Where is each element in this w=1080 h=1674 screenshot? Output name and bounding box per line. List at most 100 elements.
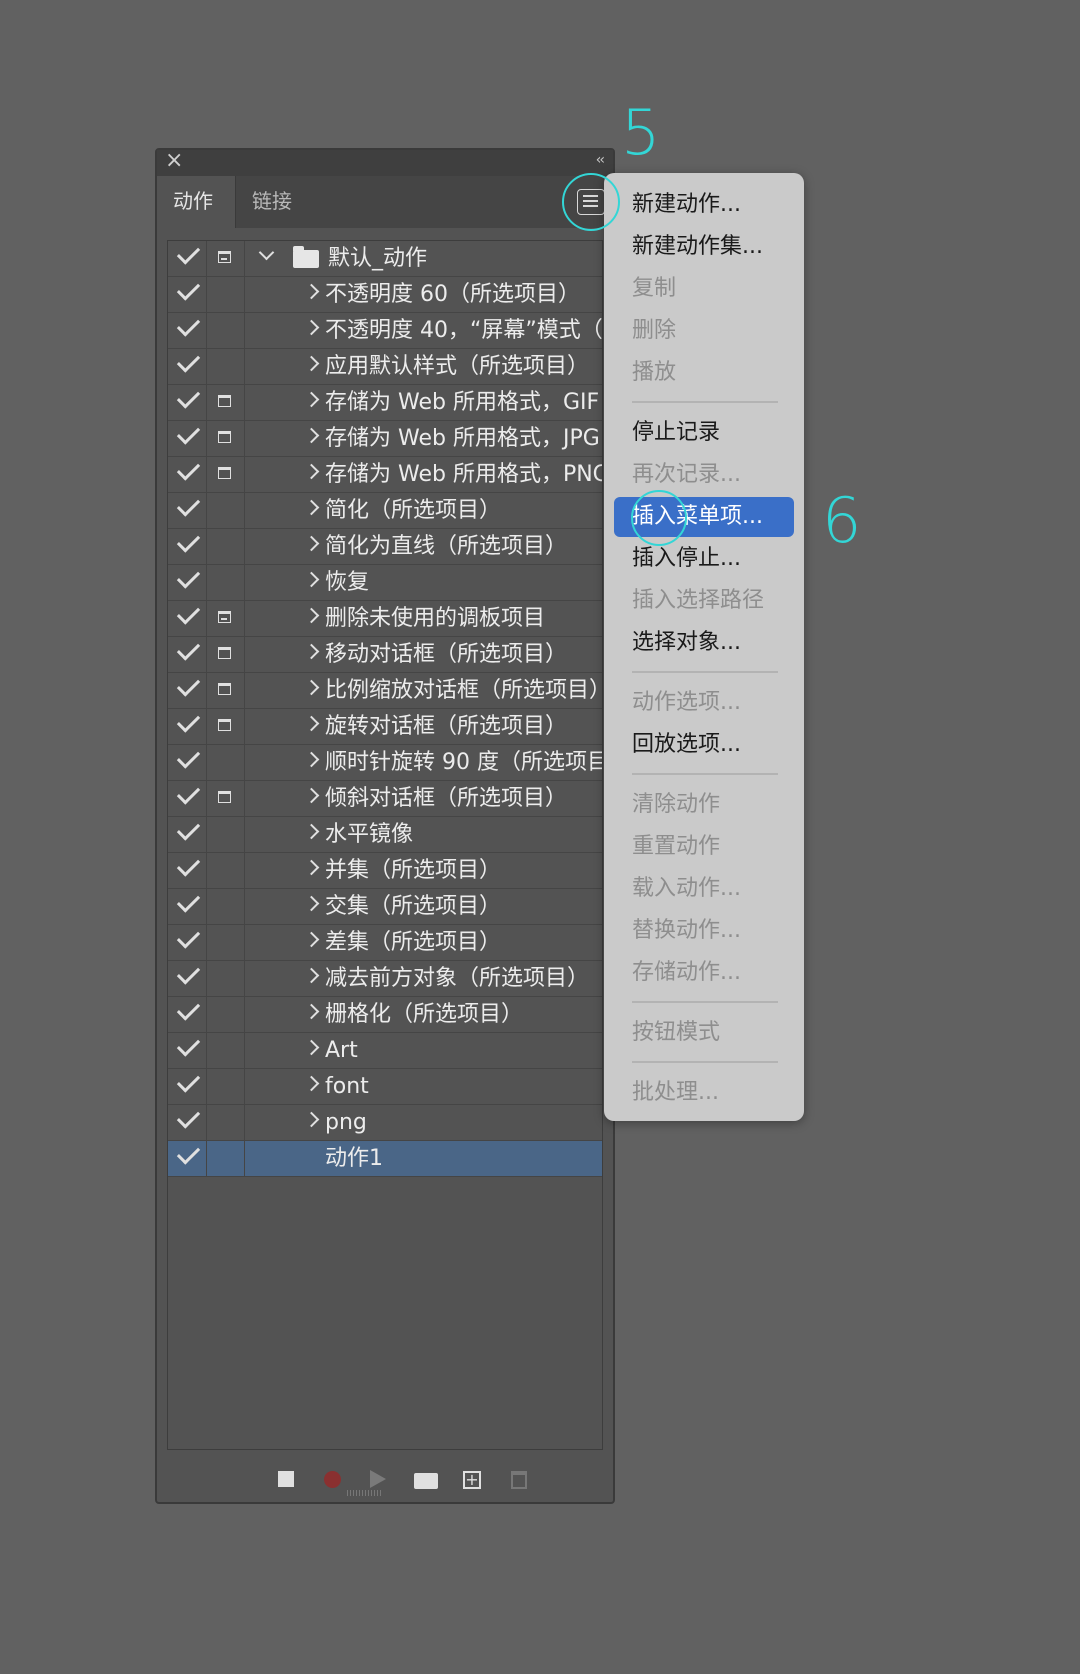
toggle-dialog-cell[interactable] <box>206 673 245 708</box>
chevron-right-icon[interactable] <box>303 967 320 984</box>
action-row[interactable]: 恢复 <box>168 565 602 601</box>
toggle-dialog-cell[interactable] <box>206 853 245 888</box>
toggle-dialog-cell[interactable] <box>206 277 245 312</box>
action-row[interactable]: 并集（所选项目） <box>168 853 602 889</box>
tab-links[interactable]: 链接 <box>235 176 308 228</box>
chevron-right-icon[interactable] <box>303 427 320 444</box>
toggle-item-cell[interactable] <box>168 601 207 636</box>
action-row[interactable]: 差集（所选项目） <box>168 925 602 961</box>
tab-actions[interactable]: 动作 <box>157 176 235 228</box>
chevron-right-icon[interactable] <box>303 283 320 300</box>
toggle-dialog-cell[interactable] <box>206 745 245 780</box>
chevron-right-icon[interactable] <box>303 1111 320 1128</box>
toggle-item-cell[interactable] <box>168 745 207 780</box>
toggle-item-cell[interactable] <box>168 961 207 996</box>
toggle-item-cell[interactable] <box>168 1033 207 1068</box>
delete-icon[interactable] <box>511 1471 527 1489</box>
action-row[interactable]: 不透明度 40，“屏幕”模式（所选项目） <box>168 313 602 349</box>
menu-item[interactable]: 回放选项... <box>632 725 741 765</box>
toggle-item-cell[interactable] <box>168 889 207 924</box>
toggle-dialog-cell[interactable] <box>206 781 245 816</box>
toggle-item-cell[interactable] <box>168 385 207 420</box>
menu-item[interactable]: 新建动作集... <box>632 227 763 267</box>
toggle-item-cell[interactable] <box>168 1105 207 1140</box>
menu-item[interactable]: 插入停止... <box>632 539 741 579</box>
action-row[interactable]: png <box>168 1105 602 1141</box>
action-row[interactable]: 简化（所选项目） <box>168 493 602 529</box>
collapse-icon[interactable]: ‹‹ <box>596 152 605 168</box>
toggle-dialog-cell[interactable] <box>206 1033 245 1068</box>
toggle-dialog-cell[interactable] <box>206 637 245 672</box>
toggle-item-cell[interactable] <box>168 637 207 672</box>
action-row[interactable]: 简化为直线（所选项目） <box>168 529 602 565</box>
chevron-right-icon[interactable] <box>303 355 320 372</box>
chevron-right-icon[interactable] <box>303 1039 320 1056</box>
chevron-right-icon[interactable] <box>303 607 320 624</box>
menu-item[interactable]: 选择对象... <box>632 623 741 663</box>
action-row[interactable]: 存储为 Web 所用格式，PNG 24 <box>168 457 602 493</box>
toggle-dialog-cell[interactable] <box>206 313 245 348</box>
toggle-dialog-cell[interactable] <box>206 817 245 852</box>
toggle-item-cell[interactable] <box>168 1069 207 1104</box>
toggle-dialog-cell[interactable] <box>206 925 245 960</box>
chevron-right-icon[interactable] <box>303 535 320 552</box>
toggle-item-cell[interactable] <box>168 997 207 1032</box>
toggle-dialog-cell[interactable] <box>206 1105 245 1140</box>
action-row[interactable]: 比例缩放对话框（所选项目） <box>168 673 602 709</box>
new-set-folder-icon[interactable] <box>414 1473 438 1489</box>
toggle-dialog-cell[interactable] <box>206 1069 245 1104</box>
toggle-dialog-cell[interactable] <box>206 601 245 636</box>
toggle-item-cell[interactable] <box>168 277 207 312</box>
toggle-dialog-cell[interactable] <box>206 529 245 564</box>
toggle-dialog-cell[interactable] <box>206 997 245 1032</box>
play-icon[interactable] <box>370 1470 386 1488</box>
toggle-item-cell[interactable] <box>168 529 207 564</box>
toggle-item-cell[interactable] <box>168 817 207 852</box>
chevron-down-icon[interactable] <box>258 244 275 261</box>
action-row[interactable]: 不透明度 60（所选项目） <box>168 277 602 313</box>
chevron-right-icon[interactable] <box>303 643 320 660</box>
close-icon[interactable]: × <box>165 148 183 173</box>
toggle-item-cell[interactable] <box>168 313 207 348</box>
toggle-item-cell[interactable] <box>168 349 207 384</box>
toggle-item-cell[interactable] <box>168 925 207 960</box>
menu-item[interactable]: 停止记录 <box>632 413 720 453</box>
toggle-item-cell[interactable] <box>168 457 207 492</box>
toggle-item-cell[interactable] <box>168 565 207 600</box>
chevron-right-icon[interactable] <box>303 571 320 588</box>
chevron-right-icon[interactable] <box>303 499 320 516</box>
toggle-item-cell[interactable] <box>168 493 207 528</box>
toggle-dialog-cell[interactable] <box>206 385 245 420</box>
toggle-item-cell[interactable] <box>168 241 207 276</box>
toggle-dialog-cell[interactable] <box>206 889 245 924</box>
chevron-right-icon[interactable] <box>303 751 320 768</box>
action-row[interactable]: 移动对话框（所选项目） <box>168 637 602 673</box>
action-set-row[interactable]: 默认_动作 <box>168 241 602 277</box>
toggle-dialog-cell[interactable] <box>206 709 245 744</box>
toggle-dialog-cell[interactable] <box>206 961 245 996</box>
action-row[interactable]: 水平镜像 <box>168 817 602 853</box>
toggle-dialog-cell[interactable] <box>206 421 245 456</box>
chevron-right-icon[interactable] <box>303 787 320 804</box>
action-row[interactable]: 动作1 <box>168 1141 602 1177</box>
toggle-item-cell[interactable] <box>168 1141 207 1176</box>
action-row[interactable]: 倾斜对话框（所选项目） <box>168 781 602 817</box>
chevron-right-icon[interactable] <box>303 715 320 732</box>
chevron-right-icon[interactable] <box>303 1003 320 1020</box>
toggle-item-cell[interactable] <box>168 781 207 816</box>
toggle-dialog-cell[interactable] <box>206 241 245 276</box>
action-row[interactable]: 交集（所选项目） <box>168 889 602 925</box>
action-row[interactable]: Art <box>168 1033 602 1069</box>
action-row[interactable]: font <box>168 1069 602 1105</box>
action-row[interactable]: 旋转对话框（所选项目） <box>168 709 602 745</box>
toggle-dialog-cell[interactable] <box>206 1141 245 1176</box>
toggle-dialog-cell[interactable] <box>206 493 245 528</box>
chevron-right-icon[interactable] <box>303 391 320 408</box>
action-row[interactable]: 顺时针旋转 90 度（所选项目） <box>168 745 602 781</box>
chevron-right-icon[interactable] <box>303 823 320 840</box>
resize-grip[interactable] <box>347 1490 383 1496</box>
chevron-right-icon[interactable] <box>303 859 320 876</box>
chevron-right-icon[interactable] <box>303 1075 320 1092</box>
chevron-right-icon[interactable] <box>303 931 320 948</box>
action-row[interactable]: 应用默认样式（所选项目） <box>168 349 602 385</box>
